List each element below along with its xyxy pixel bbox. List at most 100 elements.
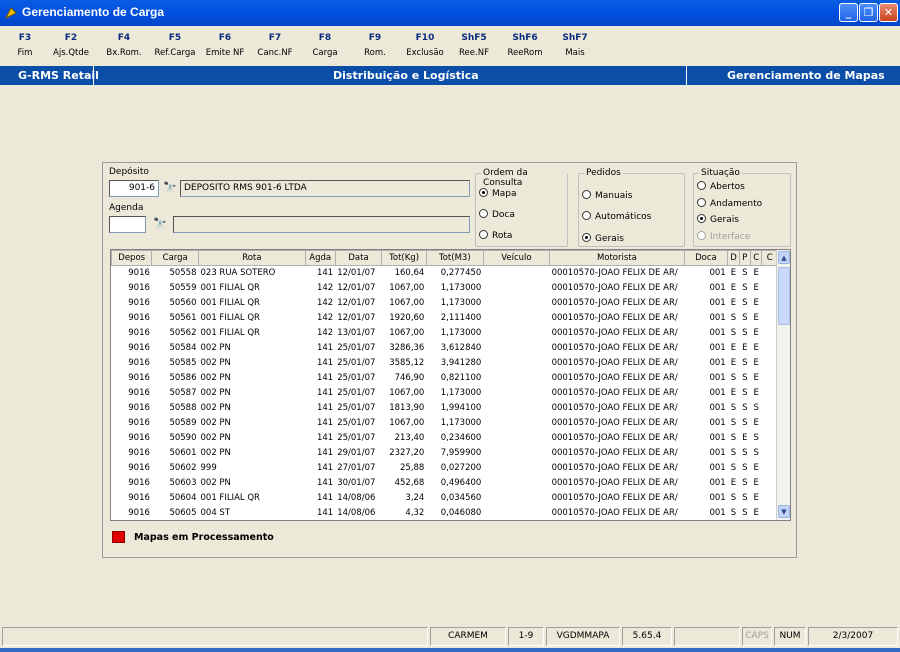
cell-doca: 001 (709, 343, 726, 353)
column-header-agda[interactable]: Agda (304, 250, 336, 266)
radio-ordem-rota[interactable]: Rota (479, 230, 512, 241)
column-header-doca[interactable]: Doca (683, 250, 729, 266)
cell-carga: 50562 (169, 328, 197, 338)
cell-depos: 9016 (128, 493, 150, 503)
module-header-band: G-RMS Retail Distribuição e Logística Ge… (0, 66, 900, 85)
cell-data: 12/01/07 (337, 283, 376, 293)
table-row[interactable]: 9016 50587 002 PN 141 25/01/07 1067,00 1,17300… (112, 386, 778, 401)
cell-p: S (742, 388, 748, 398)
table-row[interactable]: 9016 50561 001 FILIAL QR 142 12/01/07 1920,60… (112, 311, 778, 326)
agenda-search-icon[interactable]: 🔭 (152, 216, 168, 232)
cell-data: 14/08/06 (337, 508, 376, 518)
cell-rota: 001 FILIAL QR (200, 298, 260, 308)
cell-data: 13/01/07 (337, 328, 376, 338)
table-row[interactable]: 9016 50588 002 PN 141 25/01/07 1813,90 1,99410… (112, 401, 778, 416)
cell-motorista: 00010570-JOAO FELIX DE AR/ (551, 478, 678, 488)
cell-tot-kg: 25,88 (400, 463, 425, 473)
pedidos-title: Pedidos (584, 168, 623, 178)
table-row[interactable]: 9016 50603 002 PN 141 30/01/07 452,68 0,496400… (112, 476, 778, 491)
cell-agda: 142 (316, 328, 334, 338)
cell-depos: 9016 (128, 478, 150, 488)
deposito-code-field[interactable]: 901-6 (109, 180, 159, 197)
table-row[interactable]: 9016 50560 001 FILIAL QR 142 12/01/07 1067,00… (112, 296, 778, 311)
table-row[interactable]: 9016 50602 999 141 27/01/07 25,88 0,027200 0001… (112, 461, 778, 476)
cell-tot-m3: 1,173000 (440, 283, 482, 293)
cell-d: S (730, 418, 737, 428)
fkey-button-bx-rom[interactable]: F4 Bx.Rom. (99, 26, 149, 58)
vertical-scrollbar[interactable]: ▲ ▼ (776, 250, 790, 520)
fkey-button-ref-carga[interactable]: F5 Ref.Carga (150, 26, 200, 58)
cell-c1: E (753, 313, 759, 323)
cell-rota: 002 PN (200, 433, 231, 443)
table-row[interactable]: 9016 50562 001 FILIAL QR 142 13/01/07 1067,00… (112, 326, 778, 341)
cell-rota: 004 ST (200, 508, 231, 518)
table-row[interactable]: 9016 50605 004 ST 141 14/08/06 4,32 0,046080 00… (112, 506, 778, 521)
cell-doca: 001 (709, 283, 726, 293)
fkey-button-ajs-qtde[interactable]: F2 Ajs.Qtde (46, 26, 96, 58)
radio-pedidos-automaticos[interactable]: Automáticos (582, 211, 651, 222)
deposito-search-icon[interactable]: 🔭 (162, 180, 178, 196)
cell-d: E (730, 358, 737, 368)
radio-situacao-gerais[interactable]: Gerais (697, 214, 739, 225)
cell-d: S (730, 463, 737, 473)
table-row[interactable]: 9016 50558 023 RUA SOTERO 141 12/01/07 160,64… (112, 266, 778, 281)
column-header-depos[interactable]: Depos (111, 250, 153, 266)
minimize-button[interactable]: _ (839, 3, 858, 22)
scroll-up-arrow-icon[interactable]: ▲ (778, 251, 790, 264)
cell-carga: 50584 (169, 343, 197, 353)
cell-motorista: 00010570-JOAO FELIX DE AR/ (551, 313, 678, 323)
function-key-toolbar: F3 Fim F2 Ajs.Qtde F4 Bx.Rom. F5 Ref.Carga F… (0, 26, 900, 66)
column-header-data[interactable]: Data (334, 250, 383, 266)
table-row[interactable]: 9016 50586 002 PN 141 25/01/07 746,90 0,821100… (112, 371, 778, 386)
table-row[interactable]: 9016 50604 001 FILIAL QR 141 14/08/06 3,24 0,0… (112, 491, 778, 506)
cell-p: S (742, 418, 748, 428)
agenda-field[interactable] (109, 216, 146, 233)
cell-motorista: 00010570-JOAO FELIX DE AR/ (551, 373, 678, 383)
fkey-button-reerom[interactable]: ShF6 ReeRom (500, 26, 550, 58)
fkey-button-fim[interactable]: F3 Fim (0, 26, 50, 58)
radio-situacao-abertos[interactable]: Abertos (697, 181, 745, 192)
radio-situacao-andamento[interactable]: Andamento (697, 198, 762, 209)
table-row[interactable]: 9016 50590 002 PN 141 25/01/07 213,40 0,234600… (112, 431, 778, 446)
fkey-button-carga[interactable]: F8 Carga (300, 26, 350, 58)
radio-pedidos-manuais[interactable]: Manuais (582, 190, 632, 201)
column-header-p[interactable]: P (738, 250, 752, 266)
column-header-rota[interactable]: Rota (198, 250, 306, 266)
cell-rota: 001 FILIAL QR (200, 493, 260, 503)
fkey-button-emite-nf[interactable]: F6 Emite NF (200, 26, 250, 58)
scroll-down-arrow-icon[interactable]: ▼ (778, 505, 790, 518)
table-row[interactable]: 9016 50601 002 PN 141 29/01/07 2327,20 7,95990… (112, 446, 778, 461)
scroll-thumb[interactable] (778, 267, 790, 325)
column-header-d[interactable]: D (727, 250, 740, 266)
table-row[interactable]: 9016 50559 001 FILIAL QR 142 12/01/07 1067,00… (112, 281, 778, 296)
cell-agda: 141 (316, 358, 334, 368)
column-header-motorista[interactable]: Motorista (549, 250, 685, 266)
maximize-button[interactable]: ❐ (859, 3, 878, 22)
table-row[interactable]: 9016 50585 002 PN 141 25/01/07 3585,12 3,94128… (112, 356, 778, 371)
column-header-c1[interactable]: C (749, 250, 763, 266)
status-version: 5.65.4 (622, 627, 672, 646)
cell-doca: 001 (709, 268, 726, 279)
column-header-tot-m3[interactable]: Tot(M3) (425, 250, 484, 266)
app-icon (4, 7, 17, 20)
cell-carga: 50586 (169, 373, 197, 383)
fkey-button-rom[interactable]: F9 Rom. (350, 26, 400, 58)
column-header-carga[interactable]: Carga (151, 250, 199, 266)
table-row[interactable]: 9016 50589 002 PN 141 25/01/07 1067,00 1,17300… (112, 416, 778, 431)
fkey-button-canc-nf[interactable]: F7 Canc.NF (250, 26, 300, 58)
radio-ordem-doca[interactable]: Doca (479, 209, 515, 220)
fkey-button-exclusao[interactable]: F10 Exclusão (400, 26, 450, 58)
cell-carga: 50558 (169, 268, 197, 279)
cell-carga: 50605 (169, 508, 197, 518)
close-button[interactable]: ✕ (879, 3, 898, 22)
radio-pedidos-gerais[interactable]: Gerais (582, 233, 624, 244)
radio-ordem-mapa[interactable]: Mapa (479, 188, 517, 199)
fkey-button-mais[interactable]: ShF7 Mais (550, 26, 600, 58)
cell-d: E (730, 478, 737, 488)
fkey-button-ree-nf[interactable]: ShF5 Ree.NF (449, 26, 499, 58)
table-row[interactable]: 9016 50584 002 PN 141 25/01/07 3286,36 3,61284… (112, 341, 778, 356)
column-header-veiculo[interactable]: Veículo (482, 250, 551, 266)
status-bar: CARMEM 1-9 VGDMMAPA 5.65.4 CAPS NUM 2/3/… (0, 626, 900, 648)
mapas-grid[interactable]: Depos Carga Rota Agda Data Tot(Kg) Tot(M… (110, 249, 791, 521)
column-header-tot-kg[interactable]: Tot(Kg) (381, 250, 427, 266)
